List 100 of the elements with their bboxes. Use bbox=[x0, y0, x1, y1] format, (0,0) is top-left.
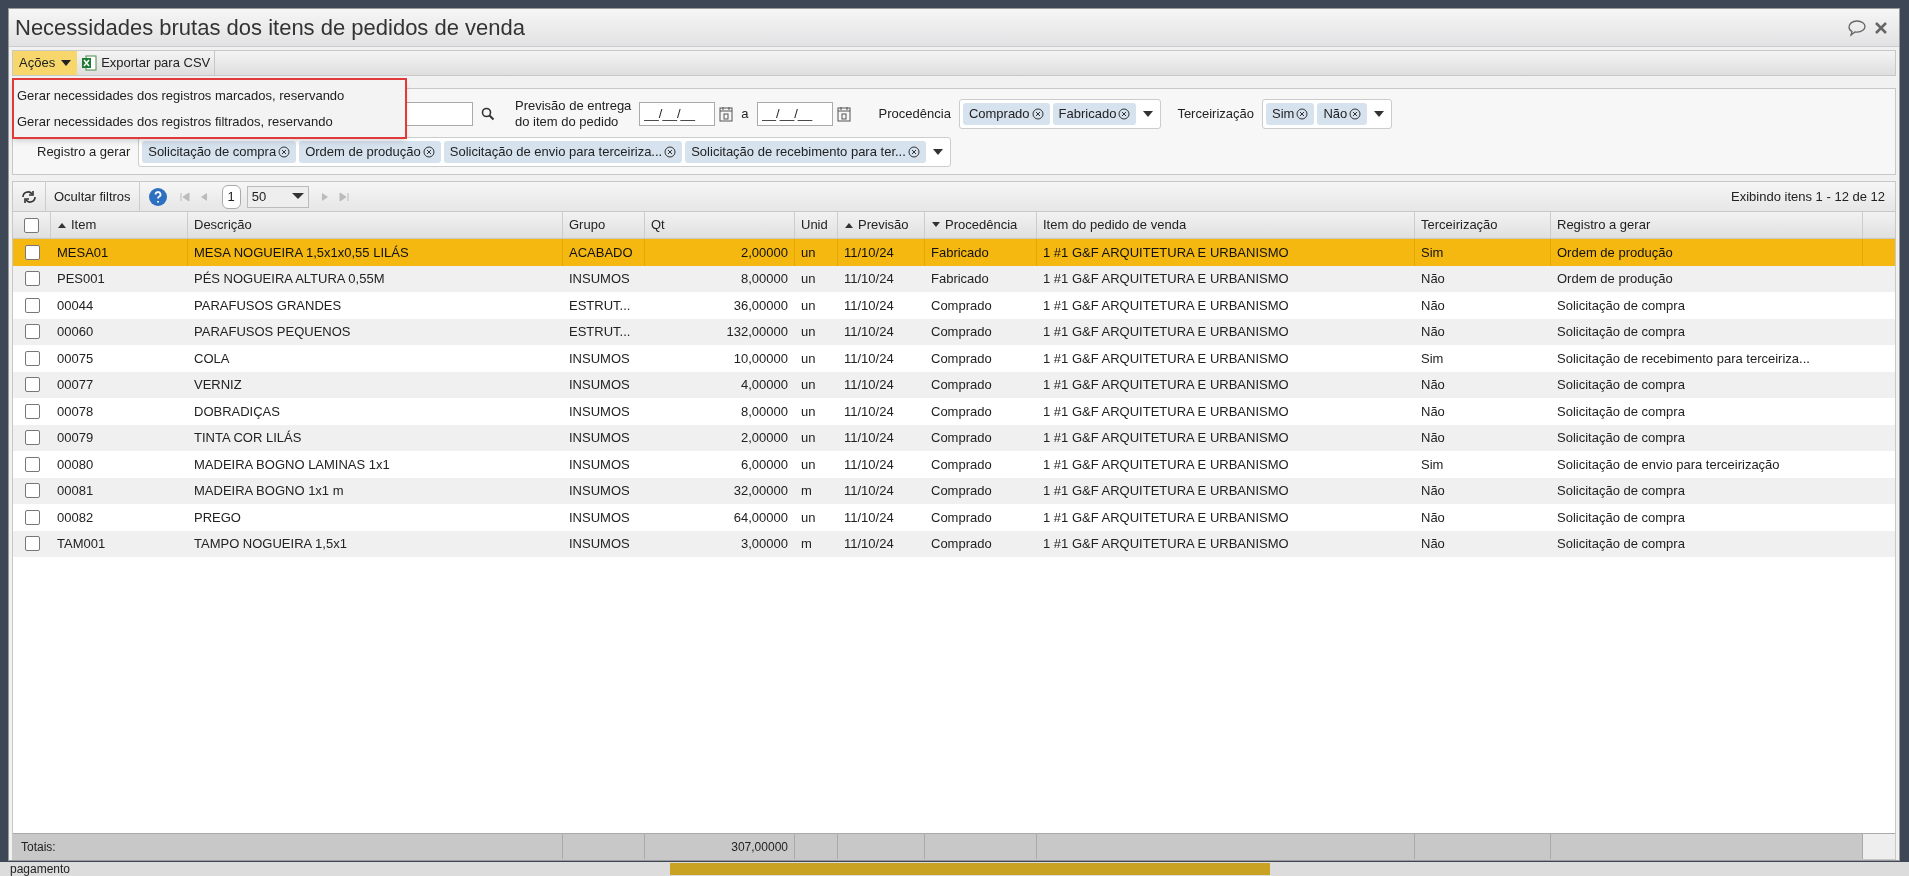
table-row[interactable]: 00060 PARAFUSOS PEQUENOS ESTRUT... 132,00000 un 11/10/24 Comprado 1 #1 G&F ARQUITETURA E URBANISMO Não Solicitação de compra bbox=[13, 318, 1895, 345]
filter-tag[interactable]: Não bbox=[1317, 102, 1368, 125]
column-header[interactable]: Qt bbox=[645, 212, 795, 238]
table-cell-text: ESTRUT... bbox=[569, 323, 631, 341]
column-header[interactable]: Terceirização bbox=[1415, 212, 1551, 238]
table-cell-text: ESTRUT... bbox=[569, 296, 631, 315]
remove-icon[interactable] bbox=[907, 145, 920, 158]
table-row[interactable]: 00077 VERNIZ INSUMOS 4,00000 un 11/10/24 Comprado 1 #1 G&F ARQUITETURA E URBANISMO Não Solicitação de compra bbox=[13, 371, 1895, 398]
table-row[interactable]: TAM001 TAMPO NOGUEIRA 1,5x1 INSUMOS 3,00000 m 11/10/24 Comprado 1 #1 G&F ARQUITETURA E URBANISMO Não Solicitação de compra bbox=[13, 530, 1895, 557]
filter-tag[interactable]: Ordem de produção bbox=[299, 140, 441, 163]
column-header[interactable]: Grupo bbox=[563, 212, 645, 238]
table-cell-text: PARAFUSOS GRANDES bbox=[194, 296, 342, 315]
table-cell-text: MESA01 bbox=[57, 243, 109, 262]
menu-item[interactable]: Gerar necessidades dos registros marcados, reservando bbox=[14, 83, 405, 109]
table-row[interactable]: PES001 PÉS NOGUEIRA ALTURA 0,55M INSUMOS 8,00000 un 11/10/24 Fabricado 1 #1 G&F ARQUITETURA E URBANISMO Não Ordem de produção bbox=[13, 265, 1895, 292]
table-cell-text: Comprado bbox=[931, 349, 992, 368]
remove-icon[interactable] bbox=[664, 145, 677, 158]
table-cell-text: INSUMOS bbox=[569, 455, 630, 474]
filter-tag[interactable]: Solicitação de envio para terceiriza... bbox=[443, 140, 683, 163]
remove-icon[interactable] bbox=[1031, 107, 1044, 120]
table-cell-text: 00082 bbox=[57, 508, 94, 527]
remove-icon[interactable] bbox=[1296, 107, 1309, 120]
table-cell-text: Solicitação de compra bbox=[1557, 429, 1685, 447]
table-cell-text: un bbox=[801, 508, 816, 527]
date-field[interactable]: __/__/__ bbox=[756, 101, 833, 126]
comment-icon[interactable] bbox=[1847, 18, 1867, 37]
table-cell-text: un bbox=[801, 402, 816, 421]
refresh-icon bbox=[21, 189, 37, 204]
column-header[interactable]: Registro a gerar bbox=[1551, 212, 1863, 238]
table-cell-text: Comprado bbox=[931, 535, 992, 553]
table-cell-text: 64,00000 bbox=[733, 508, 788, 527]
page-size-select[interactable]: 50 bbox=[246, 185, 309, 208]
column-header[interactable]: Item do pedido de venda bbox=[1037, 212, 1415, 238]
menu-item[interactable]: Gerar necessidades dos registros filtrados, reservando bbox=[14, 108, 405, 134]
table-cell-text: Não bbox=[1421, 270, 1445, 288]
column-header[interactable]: Unid bbox=[795, 212, 838, 238]
tag-select[interactable]: Sim Não bbox=[1262, 98, 1393, 129]
table-cell-text: 00044 bbox=[57, 296, 94, 315]
table-cell-text: ACABADO bbox=[569, 243, 633, 262]
table-cell-text: 1 #1 G&F ARQUITETURA E URBANISMO bbox=[1043, 429, 1289, 447]
column-header[interactable]: Previsão bbox=[838, 212, 925, 238]
row-checkbox[interactable] bbox=[24, 324, 40, 340]
row-checkbox[interactable] bbox=[24, 217, 39, 233]
table-cell-text: Fabricado bbox=[931, 243, 989, 262]
table-cell-text: 11/10/24 bbox=[844, 323, 894, 341]
remove-icon[interactable] bbox=[1118, 107, 1131, 120]
search-icon[interactable] bbox=[481, 106, 495, 121]
table-cell-text: MADEIRA BOGNO LAMINAS 1x1 bbox=[194, 455, 390, 474]
calendar-icon[interactable] bbox=[719, 105, 734, 122]
column-header[interactable]: Item bbox=[51, 212, 188, 238]
close-icon[interactable] bbox=[1875, 21, 1887, 34]
table-cell-text: un bbox=[801, 296, 816, 315]
row-checkbox[interactable] bbox=[24, 271, 40, 287]
row-checkbox[interactable] bbox=[24, 377, 40, 393]
total-quantity: 307,00000 bbox=[731, 838, 788, 856]
date-field[interactable]: __/__/__ bbox=[639, 101, 716, 126]
table-cell-text: Comprado bbox=[931, 402, 992, 421]
row-checkbox[interactable] bbox=[24, 297, 40, 313]
table-row[interactable]: MESA01 MESA NOGUEIRA 1,5x1x0,55 LILÁS ACABADO 2,00000 un 11/10/24 Fabricado 1 #1 G&F ARQUITETURA E URBANISMO Sim Ordem de produção bbox=[13, 239, 1895, 266]
filter-tag[interactable]: Solicitação de recebimento para ter... bbox=[685, 140, 926, 163]
remove-icon[interactable] bbox=[1349, 107, 1362, 120]
table-cell-text: Comprado bbox=[931, 323, 992, 341]
table-row[interactable]: 00079 TINTA COR LILÁS INSUMOS 2,00000 un 11/10/24 Comprado 1 #1 G&F ARQUITETURA E URBANISMO Não Solicitação de compra bbox=[13, 424, 1895, 451]
row-checkbox[interactable] bbox=[24, 403, 40, 419]
table-cell-text: Não bbox=[1421, 535, 1445, 553]
page-number[interactable]: 1 bbox=[221, 184, 241, 209]
actions-button[interactable]: Ações bbox=[13, 51, 78, 75]
range-separator: a bbox=[741, 104, 749, 123]
totals-label: Totais: bbox=[21, 838, 56, 856]
table-cell-text: 11/10/24 bbox=[844, 402, 894, 421]
filter-tag[interactable]: Fabricado bbox=[1052, 102, 1137, 125]
row-checkbox[interactable] bbox=[24, 430, 40, 446]
table-cell-text: INSUMOS bbox=[569, 376, 630, 394]
hide-filters-button[interactable]: Ocultar filtros bbox=[46, 182, 140, 211]
row-checkbox[interactable] bbox=[24, 536, 40, 552]
calendar-icon[interactable] bbox=[836, 105, 851, 122]
tag-select[interactable]: Comprado Fabricado bbox=[958, 98, 1162, 129]
row-checkbox[interactable] bbox=[24, 509, 40, 525]
table-cell-text: INSUMOS bbox=[569, 482, 630, 500]
table-cell-text: Solicitação de envio para terceirização bbox=[1557, 455, 1780, 474]
row-checkbox[interactable] bbox=[24, 483, 40, 499]
table-cell-text: Solicitação de compra bbox=[1557, 323, 1685, 341]
filter-tag[interactable]: Comprado bbox=[962, 102, 1050, 125]
row-checkbox[interactable] bbox=[24, 456, 40, 472]
column-header[interactable]: Procedência bbox=[925, 212, 1037, 238]
tag-select[interactable]: Solicitação de compra Ordem de produção Solicitação de envio para terceiriza... Solicitação de recebimento para ter... bbox=[138, 136, 951, 167]
row-checkbox[interactable] bbox=[24, 350, 40, 366]
table-cell-text: Solicitação de compra bbox=[1557, 376, 1685, 394]
table-cell-text: INSUMOS bbox=[569, 429, 630, 447]
filter-tag[interactable]: Sim bbox=[1266, 102, 1315, 125]
table-row[interactable]: 00081 MADEIRA BOGNO 1x1 m INSUMOS 32,00000 m 11/10/24 Comprado 1 #1 G&F ARQUITETURA E URBANISMO Não Solicitação de compra bbox=[13, 477, 1895, 504]
help-icon[interactable] bbox=[147, 186, 168, 207]
export-csv-button[interactable]: Exportar para CSV bbox=[77, 51, 216, 75]
filter-tag[interactable]: Solicitação de compra bbox=[142, 140, 297, 163]
remove-icon[interactable] bbox=[422, 145, 435, 158]
column-header[interactable]: Descrição bbox=[188, 212, 563, 238]
remove-icon[interactable] bbox=[278, 145, 291, 158]
row-checkbox[interactable] bbox=[24, 244, 40, 260]
table-cell-text: 10,00000 bbox=[733, 349, 788, 368]
table-cell-text: un bbox=[801, 270, 816, 288]
